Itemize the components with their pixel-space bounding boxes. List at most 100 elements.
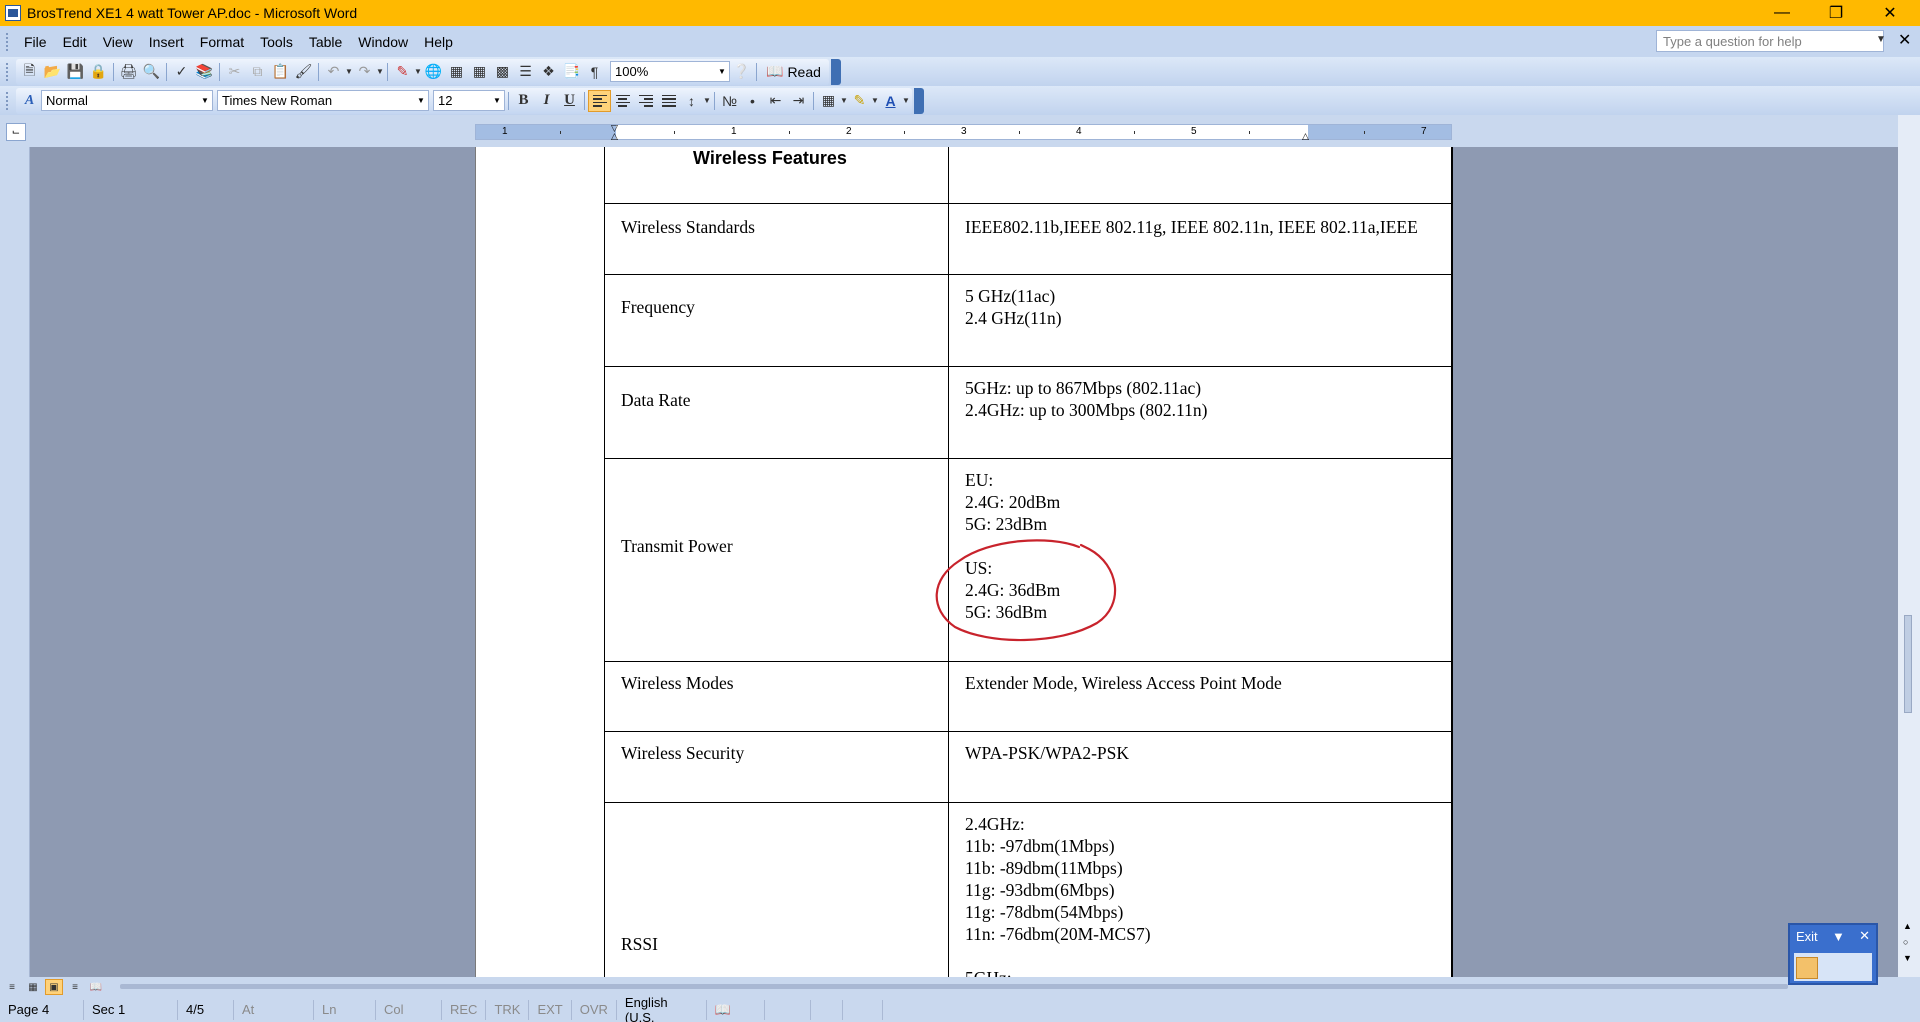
row-label[interactable]: Wireless Security <box>604 730 949 803</box>
print-layout-icon[interactable]: ▣ <box>45 979 63 995</box>
hyperlink-icon[interactable]: 🌐 <box>422 61 445 83</box>
insert-excel-icon[interactable]: ▩ <box>491 61 514 83</box>
normal-view-icon[interactable]: ≡ <box>3 979 21 995</box>
menu-file[interactable]: File <box>16 34 55 50</box>
menu-window[interactable]: Window <box>350 34 416 50</box>
status-trk[interactable]: TRK <box>486 999 530 1020</box>
font-color-icon[interactable]: A <box>879 90 902 112</box>
right-indent-marker[interactable]: △ <box>1302 131 1309 142</box>
close-icon[interactable]: ✕ <box>1859 928 1870 944</box>
menu-grip[interactable] <box>6 32 10 51</box>
scroll-thumb[interactable] <box>1904 615 1912 713</box>
font-select[interactable]: Times New Roman ▼ <box>217 90 429 111</box>
line-spacing-icon[interactable]: ↕ <box>680 90 703 112</box>
row-label[interactable]: RSSI <box>604 801 949 977</box>
word-doc-icon[interactable] <box>5 5 21 21</box>
browse-object-icon[interactable]: ○ <box>1903 937 1908 947</box>
columns-icon[interactable]: ☰ <box>514 61 537 83</box>
reading-layout-icon[interactable]: 📖 <box>87 979 105 995</box>
format-painter-icon[interactable]: 🖌 <box>292 61 315 83</box>
chevron-down-icon[interactable]: ▼ <box>715 62 729 81</box>
show-hide-icon[interactable]: ¶ <box>583 61 606 83</box>
horizontal-ruler[interactable]: 1 1 2 3 4 5 7 ▽ △ △ <box>475 123 1452 142</box>
font-color-dropdown-icon[interactable]: ▼ <box>902 96 910 105</box>
undo-icon[interactable]: ↶ <box>322 61 345 83</box>
read-button[interactable]: 📖 Read <box>760 63 827 80</box>
menu-format[interactable]: Format <box>192 34 252 50</box>
row-value[interactable]: Extender Mode, Wireless Access Point Mod… <box>948 660 1453 732</box>
print-preview-icon[interactable]: 🔍 <box>140 61 163 83</box>
horizontal-scrollbar[interactable] <box>120 984 1788 989</box>
print-icon[interactable]: 🖨 <box>117 61 140 83</box>
row-value[interactable]: IEEE802.11b,IEEE 802.11g, IEEE 802.11n, … <box>948 202 1453 275</box>
status-ext[interactable]: EXT <box>529 999 572 1020</box>
borders-dropdown-icon[interactable]: ▼ <box>840 96 848 105</box>
outline-view-icon[interactable]: ≡ <box>66 979 84 995</box>
status-language[interactable]: English (U.S. <box>617 995 707 1022</box>
style-select[interactable]: Normal ▼ <box>41 90 213 111</box>
menu-table[interactable]: Table <box>301 34 350 50</box>
permission-icon[interactable]: 🔒 <box>87 61 110 83</box>
redo-icon[interactable]: ↷ <box>353 61 376 83</box>
row-label[interactable]: Data Rate <box>604 365 949 459</box>
cut-icon[interactable]: ✂ <box>223 61 246 83</box>
menu-edit[interactable]: Edit <box>55 34 95 50</box>
row-value[interactable]: 5 GHz(11ac) 2.4 GHz(11n) <box>948 273 1453 367</box>
align-left-icon[interactable] <box>588 89 611 112</box>
toolbar-grip[interactable] <box>6 91 10 110</box>
new-doc-icon[interactable]: 🗎 <box>18 61 41 83</box>
vertical-scrollbar[interactable]: ▲ ○ ▼ <box>1898 115 1920 977</box>
zoom-select[interactable]: 100% ▼ <box>610 61 730 82</box>
next-page-icon[interactable]: ▼ <box>1903 953 1912 963</box>
toolbar-options-button[interactable] <box>914 87 924 114</box>
restore-button[interactable]: ❐ <box>1809 0 1863 26</box>
decrease-indent-icon[interactable]: ⇤ <box>764 90 787 112</box>
underline-icon[interactable]: U <box>558 90 581 112</box>
exit-label[interactable]: Exit <box>1796 929 1818 944</box>
row-value[interactable]: 5GHz: up to 867Mbps (802.11ac) 2.4GHz: u… <box>948 365 1453 459</box>
ink-dropdown-icon[interactable]: ▼ <box>414 67 422 76</box>
ink-annotations-icon[interactable]: ✎ <box>391 61 414 83</box>
status-ovr[interactable]: OVR <box>572 999 617 1020</box>
highlight-icon[interactable]: ✎ <box>848 90 871 112</box>
menu-tools[interactable]: Tools <box>252 34 301 50</box>
numbering-icon[interactable]: № <box>718 90 741 112</box>
row-label[interactable]: Frequency <box>604 273 949 367</box>
insert-table-icon[interactable]: ▦ <box>468 61 491 83</box>
row-value[interactable]: EU: 2.4G: 20dBm 5G: 23dBm US: 2.4G: 36dB… <box>948 457 1453 662</box>
section-header-empty-cell[interactable] <box>948 147 1453 204</box>
help-search-input[interactable]: Type a question for help <box>1656 30 1884 52</box>
hanging-indent-marker[interactable]: △ <box>611 131 618 142</box>
toolbar-grip[interactable] <box>6 62 10 81</box>
spelling-status-icon[interactable]: 📖 <box>707 999 765 1020</box>
row-value[interactable]: WPA-PSK/WPA2-PSK <box>948 730 1453 803</box>
row-label[interactable]: Wireless Standards <box>604 202 949 275</box>
menu-help[interactable]: Help <box>416 34 461 50</box>
styles-icon[interactable]: A <box>18 90 41 112</box>
document-area[interactable]: Wireless Features Wireless Standards IEE… <box>0 147 1898 977</box>
research-icon[interactable]: 📚 <box>193 61 216 83</box>
minimize-button[interactable]: — <box>1755 0 1809 26</box>
document-map-icon[interactable]: 📑 <box>560 61 583 83</box>
document-close-button[interactable]: ✕ <box>1898 30 1911 50</box>
chevron-down-icon[interactable]: ▼ <box>414 91 428 110</box>
italic-icon[interactable]: I <box>535 90 558 112</box>
align-right-icon[interactable] <box>634 90 657 112</box>
chevron-down-icon[interactable]: ▼ <box>490 91 504 110</box>
redo-dropdown-icon[interactable]: ▼ <box>376 67 384 76</box>
status-rec[interactable]: REC <box>442 999 487 1020</box>
undo-dropdown-icon[interactable]: ▼ <box>345 67 353 76</box>
row-label[interactable]: Wireless Modes <box>604 660 949 732</box>
bold-icon[interactable]: B <box>512 90 535 112</box>
help-dropdown-icon[interactable]: ▼ <box>1876 34 1888 48</box>
line-spacing-dropdown-icon[interactable]: ▼ <box>703 96 711 105</box>
menu-view[interactable]: View <box>95 34 141 50</box>
close-button[interactable]: ✕ <box>1863 0 1917 26</box>
menu-insert[interactable]: Insert <box>141 34 192 50</box>
save-icon[interactable]: 💾 <box>64 61 87 83</box>
spelling-icon[interactable]: ✓ <box>170 61 193 83</box>
web-layout-icon[interactable]: ▦ <box>24 979 42 995</box>
tables-borders-icon[interactable]: ▦ <box>445 61 468 83</box>
pen-icon[interactable] <box>1796 957 1818 979</box>
copy-icon[interactable]: ⧉ <box>246 61 269 83</box>
